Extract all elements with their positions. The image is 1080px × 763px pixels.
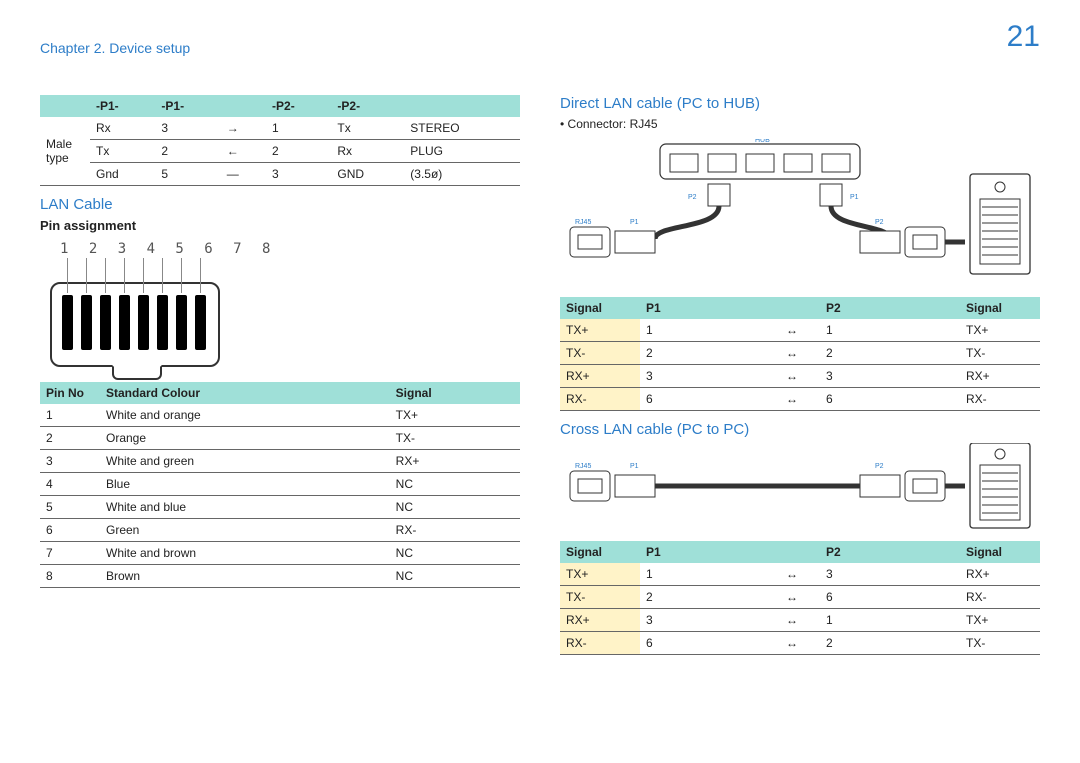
pin-icon: [81, 295, 92, 350]
table-row: 6GreenRX-: [40, 519, 520, 542]
table-row: TX+1↔3RX+: [560, 563, 1040, 586]
right-column: Direct LAN cable (PC to HUB) • Connector…: [560, 95, 1040, 743]
svg-text:RJ45: RJ45: [575, 219, 591, 226]
svg-text:P2: P2: [875, 219, 884, 226]
connector-label: • Connector: RJ45: [560, 117, 1040, 131]
table-row: Gnd5—3GND(3.5ø): [40, 163, 520, 186]
table-row: 3White and greenRX+: [40, 450, 520, 473]
table-row: RX+3↔1TX+: [560, 609, 1040, 632]
lan-cable-title: LAN Cable: [40, 196, 520, 213]
pin-icon: [119, 295, 130, 350]
pin-icon: [138, 295, 149, 350]
direct-lan-diagram: HUB P2 P1 RJ45 P1 P2: [560, 139, 1040, 289]
pin-numbers: 1 2 3 4 5 6 7 8: [60, 241, 520, 257]
table-row: RX+3↔3RX+: [560, 365, 1040, 388]
pin-icon: [176, 295, 187, 350]
pin-icon: [62, 295, 73, 350]
direct-lan-title: Direct LAN cable (PC to HUB): [560, 95, 1040, 112]
svg-text:RJ45: RJ45: [575, 463, 591, 470]
chapter-heading: Chapter 2. Device setup: [40, 40, 190, 56]
table-row: 2OrangeTX-: [40, 427, 520, 450]
pin-icon: [195, 295, 206, 350]
table-row: Male type Rx3→1TxSTEREO: [40, 117, 520, 140]
table-row: 1White and orangeTX+: [40, 404, 520, 427]
pin-icon: [157, 295, 168, 350]
table-row: 4BlueNC: [40, 473, 520, 496]
pin-icon: [100, 295, 111, 350]
cross-lan-diagram: RJ45 P1 P2: [560, 443, 1040, 533]
table-row: Tx2←2RxPLUG: [40, 140, 520, 163]
table-row: TX-2↔2TX-: [560, 342, 1040, 365]
cross-lan-title: Cross LAN cable (PC to PC): [560, 421, 1040, 438]
left-column: -P1- -P1- -P2- -P2- Male type Rx3→1TxSTE…: [40, 95, 520, 743]
page-content: -P1- -P1- -P2- -P2- Male type Rx3→1TxSTE…: [40, 95, 1040, 743]
table-row: TX-2↔6RX-: [560, 586, 1040, 609]
page-number: 21: [1007, 20, 1040, 54]
table-row: 5White and blueNC: [40, 496, 520, 519]
table-row: TX+1↔1TX+: [560, 319, 1040, 342]
pin-assignment-table: Pin No Standard Colour Signal 1White and…: [40, 382, 520, 588]
stereo-plug-table: -P1- -P1- -P2- -P2- Male type Rx3→1TxSTE…: [40, 95, 520, 186]
direct-lan-table: Signal P1 P2 Signal TX+1↔1TX+TX-2↔2TX-RX…: [560, 297, 1040, 411]
table-row: RX-6↔2TX-: [560, 632, 1040, 655]
cross-lan-table: Signal P1 P2 Signal TX+1↔3RX+TX-2↔6RX-RX…: [560, 541, 1040, 655]
pin-assignment-title: Pin assignment: [40, 218, 520, 233]
svg-text:P1: P1: [630, 219, 639, 226]
table-row: 7White and brownNC: [40, 542, 520, 565]
hub-label: HUB: [755, 139, 770, 144]
table-row: 8BrownNC: [40, 565, 520, 588]
svg-text:P2: P2: [688, 194, 697, 201]
rj45-connector-diagram: [50, 257, 220, 367]
svg-text:P1: P1: [630, 463, 639, 470]
svg-text:P2: P2: [875, 463, 884, 470]
table-row: RX-6↔6RX-: [560, 388, 1040, 411]
svg-text:P1: P1: [850, 194, 859, 201]
